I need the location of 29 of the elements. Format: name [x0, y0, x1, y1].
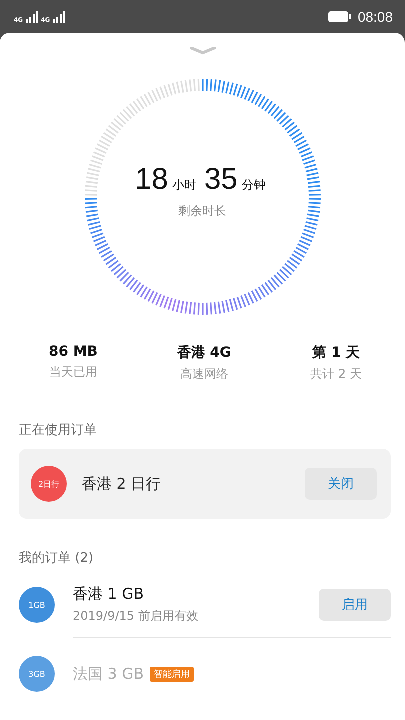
minutes-unit: 分钟 [242, 176, 266, 194]
order-name: 香港 2 日行 [82, 474, 162, 494]
hours-unit: 小时 [172, 176, 196, 194]
order-row[interactable]: 1GB 香港 1 GB 2019/9/15 前启用有效 启用 [19, 573, 391, 637]
minutes-value: 35 [204, 162, 238, 196]
stat-value: 第 1 天 [312, 344, 360, 362]
battery-icon [328, 10, 352, 22]
order-badge: 3GB [19, 656, 55, 692]
stat-value: 86 MB [49, 344, 98, 360]
stat-value: 香港 4G [177, 344, 232, 362]
order-note: 2019/9/15 前启用有效 [73, 608, 200, 625]
hours-value: 18 [135, 162, 168, 196]
signal-icon [25, 10, 40, 22]
close-button[interactable]: 关闭 [305, 468, 377, 500]
stat-label: 当天已用 [49, 364, 98, 381]
order-badge: 2日行 [31, 466, 67, 502]
order-name: 法国 3 GB [73, 664, 144, 684]
section-title: 正在使用订单 [19, 422, 98, 439]
signal-icon [52, 10, 66, 22]
activate-button[interactable]: 启用 [319, 589, 391, 621]
order-name: 香港 1 GB [73, 585, 144, 604]
remaining-caption: 剩余时长 [178, 202, 226, 220]
chevron-down-icon[interactable] [190, 47, 216, 55]
stat-label: 共计 2 天 [310, 366, 362, 383]
clock-time: 08:08 [358, 8, 393, 24]
section-title: 我的订单 (2) [19, 550, 95, 567]
stat-label: 高速网络 [180, 366, 228, 383]
order-badge: 1GB [19, 587, 55, 623]
order-tag: 智能启用 [150, 666, 194, 682]
